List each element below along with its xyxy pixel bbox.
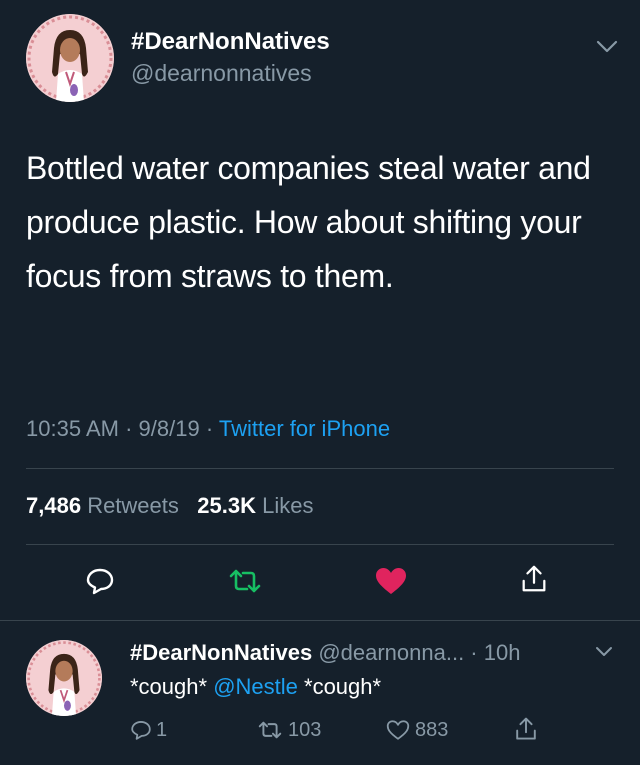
likes-stat[interactable]: 25.3K Likes [197, 493, 313, 518]
reply-retweet-action[interactable]: 103 [256, 718, 321, 742]
likes-count: 25.3K [197, 493, 256, 518]
comment-icon[interactable] [85, 566, 115, 596]
divider [0, 620, 640, 621]
avatar[interactable] [26, 14, 114, 102]
chevron-down-icon[interactable] [596, 40, 618, 54]
comment-icon [131, 721, 151, 740]
meta-separator: · [125, 416, 139, 441]
likes-label: Likes [262, 493, 314, 518]
mention-link[interactable]: @Nestle [213, 674, 298, 699]
tweet-date: 9/8/19 [138, 416, 200, 441]
reply-avatar[interactable] [26, 640, 102, 716]
retweet-icon [258, 721, 282, 739]
retweets-stat[interactable]: 7,486 Retweets [26, 493, 179, 518]
reply-retweet-count: 103 [288, 718, 322, 741]
share-icon[interactable] [514, 716, 538, 742]
divider [26, 468, 614, 469]
reply-handle-time[interactable]: @dearnonna... · 10h [318, 640, 520, 665]
reply-display-name[interactable]: #DearNonNatives [130, 640, 312, 665]
retweet-icon[interactable] [228, 566, 262, 596]
tweet-time: 10:35 AM [26, 416, 119, 441]
reply-like-count: 883 [415, 718, 449, 741]
tweet-text: Bottled water companies steal water and … [26, 150, 591, 294]
reply-text-before: *cough* [130, 674, 214, 699]
reply-like-action[interactable]: 883 [385, 718, 448, 742]
reply-comment-action[interactable]: 1 [130, 718, 167, 742]
user-handle[interactable]: @dearnonnatives [131, 60, 312, 87]
tweet-detail-screen: #DearNonNatives @dearnonnatives Bottled … [0, 0, 640, 765]
heart-icon[interactable] [374, 566, 408, 596]
retweets-count: 7,486 [26, 493, 82, 518]
tweet-header: #DearNonNatives @dearnonnatives [26, 14, 626, 106]
meta-separator: · [205, 416, 219, 441]
share-icon[interactable] [519, 564, 549, 594]
reply-text: *cough* @Nestle *cough* [130, 674, 381, 700]
avatar-illustration [26, 14, 114, 102]
retweets-label: Retweets [87, 493, 179, 518]
chevron-down-icon[interactable] [595, 646, 613, 658]
heart-icon [386, 720, 410, 740]
engagement-stats: 7,486 Retweets 25.3K Likes [26, 493, 313, 519]
reply-comment-count: 1 [156, 718, 168, 741]
display-name[interactable]: #DearNonNatives [131, 28, 330, 56]
avatar-illustration [26, 640, 102, 716]
divider [26, 544, 614, 545]
tweet-metadata: 10:35 AM · 9/8/19 · Twitter for iPhone [26, 416, 390, 442]
reply-header: #DearNonNatives @dearnonna... · 10h [130, 640, 520, 666]
tweet-source-link[interactable]: Twitter for iPhone [219, 416, 390, 441]
reply-text-after: *cough* [297, 674, 382, 699]
